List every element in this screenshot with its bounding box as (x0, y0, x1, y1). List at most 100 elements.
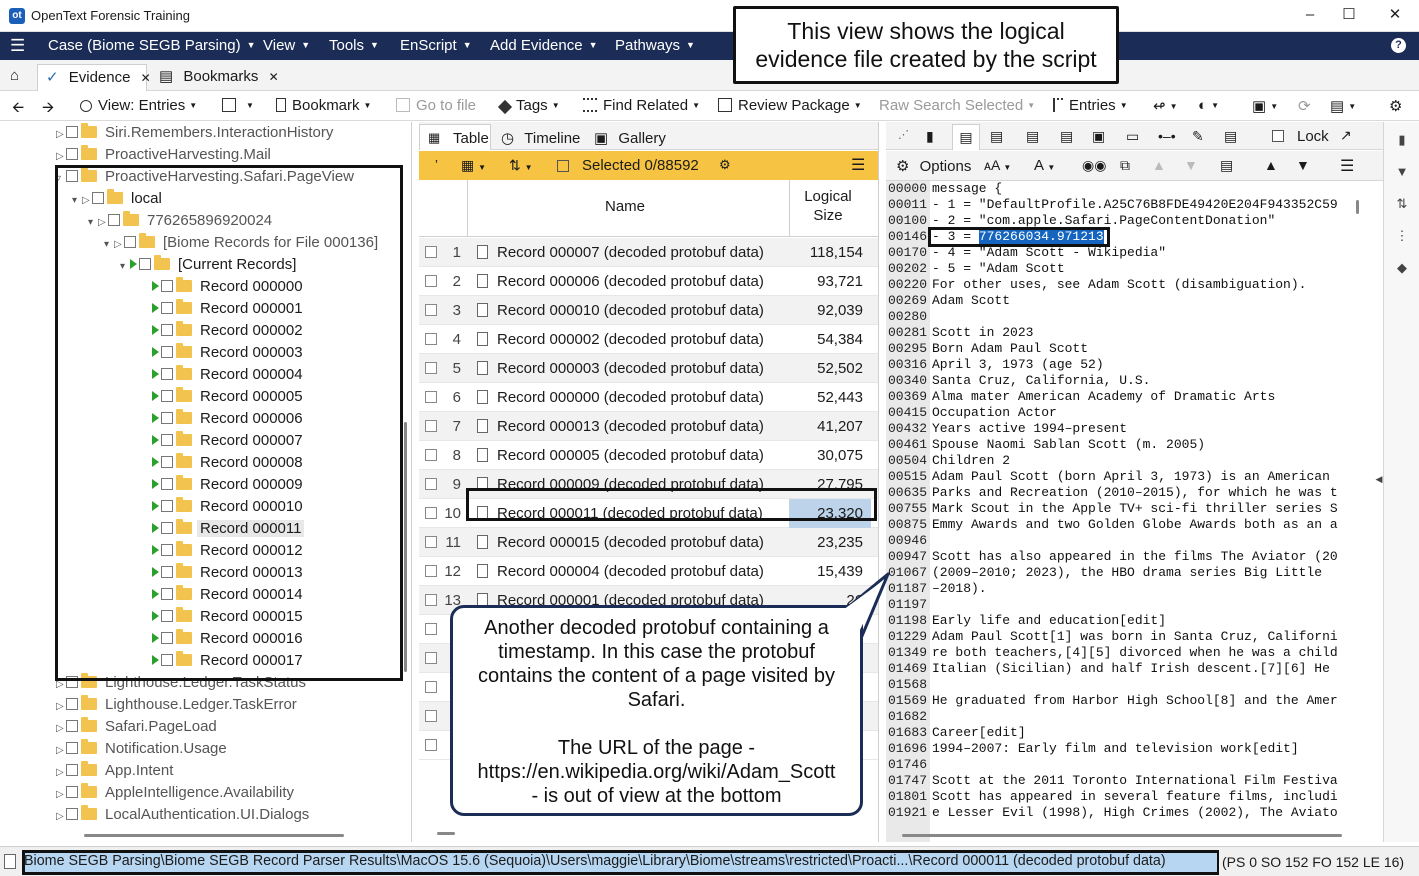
menu-tools[interactable]: Tools ▼ (329, 37, 379, 54)
tree-scrollbar[interactable] (404, 422, 407, 672)
text-line[interactable]: Children 2 (932, 453, 1010, 469)
text-line[interactable]: Santa Cruz, California, U.S. (932, 373, 1150, 389)
text-line[interactable]: Occupation Actor (932, 405, 1057, 421)
text-line[interactable]: (2009–2010; 2023), the HBO drama series … (932, 565, 1322, 581)
find-icon[interactable]: ◉◉ (1082, 157, 1106, 174)
text-line[interactable]: Career[edit] (932, 725, 1026, 741)
filter-icon[interactable]: ⚙ (719, 157, 731, 173)
filter-funnel-icon[interactable]: ▼ (1395, 164, 1409, 179)
row-checkbox[interactable] (425, 304, 437, 316)
text-line[interactable]: - 1 = "DefaultProfile.A25C76B8FDE49420E2… (932, 197, 1338, 213)
column-header-name[interactable]: Name (605, 198, 645, 215)
row-checkbox[interactable] (425, 449, 437, 461)
link-icon[interactable]: •–• (1158, 128, 1176, 144)
table-row[interactable]: 5 Record 000003 (decoded protobuf data) 52… (419, 354, 878, 383)
text-line[interactable]: Years active 1994–present (932, 421, 1127, 437)
tree-hscrollbar[interactable] (84, 834, 344, 837)
view-entries-button[interactable]: View: Entries ▼ (80, 97, 197, 114)
options-button[interactable]: ⚙ Options (896, 157, 971, 175)
table-row[interactable]: 11 Record 000015 (decoded protobuf data) 2… (419, 528, 878, 557)
tree-item[interactable]: ▷ AppleIntelligence.Availability (56, 782, 294, 804)
table-row[interactable]: 7 Record 000013 (decoded protobuf data) 41… (419, 412, 878, 441)
home-icon[interactable]: ⌂ (10, 67, 19, 84)
table-hscrollbar[interactable] (437, 832, 455, 835)
row-checkbox[interactable] (425, 246, 437, 258)
quote-icon[interactable]: ’ (435, 157, 438, 172)
back-icon[interactable]: 🡨 (12, 97, 24, 122)
tree-item[interactable]: ▷ Notification.Usage (56, 738, 227, 760)
raw-search-selected-button[interactable]: Raw Search Selected ▼ (879, 97, 1035, 114)
row-checkbox[interactable] (425, 623, 437, 635)
tree-item[interactable]: ▷ Siri.Remembers.InteractionHistory (56, 122, 333, 144)
text-line[interactable]: message { (932, 181, 1002, 197)
text-line[interactable]: Scott in 2023 (932, 325, 1033, 341)
row-checkbox[interactable] (425, 478, 437, 490)
export-icon[interactable]: ▤ ▼ (1330, 97, 1356, 115)
camera-icon[interactable]: ▣ ▼ (1252, 97, 1278, 115)
row-checkbox[interactable] (425, 391, 437, 403)
text-line[interactable]: April 3, 1973 (age 52) (932, 357, 1104, 373)
refresh-icon[interactable]: ⟳ (1298, 97, 1311, 115)
table-row[interactable]: 4 Record 000002 (decoded protobuf data) 54… (419, 325, 878, 354)
tree-item[interactable]: ▷ Safari.PageLoad (56, 716, 217, 738)
row-checkbox[interactable] (425, 681, 437, 693)
text-line[interactable]: Born Adam Paul Scott (932, 341, 1088, 357)
expand-icon[interactable]: ⋰ (898, 128, 909, 141)
conditions-icon[interactable]: ⋮ (1395, 228, 1409, 243)
row-checkbox[interactable] (425, 652, 437, 664)
text-line[interactable]: Scott at the 2011 Toronto International … (932, 773, 1338, 789)
tree-item[interactable]: ▷ LocalAuthentication.UI.Dialogs (56, 804, 309, 826)
tree-item[interactable]: ▷ ProactiveHarvesting.Mail (56, 144, 271, 166)
text-line[interactable]: Parks and Recreation (2010–2015), for wh… (932, 485, 1338, 501)
share-icon[interactable]: ↫ ▼ (1153, 97, 1178, 115)
down-icon[interactable]: ▼ (1184, 157, 1198, 173)
menu-pathways[interactable]: Pathways ▼ (615, 37, 695, 54)
share-icon[interactable]: ↗ (1340, 127, 1352, 144)
help-icon[interactable]: ? (1391, 38, 1406, 53)
row-checkbox[interactable] (425, 739, 437, 751)
row-checkbox[interactable] (425, 275, 437, 287)
text-line[interactable]: Scott has also appeared in the films The… (932, 549, 1338, 565)
column-header-size[interactable]: Logical Size (802, 188, 854, 224)
row-checkbox[interactable] (425, 333, 437, 345)
text-line[interactable]: Spouse Naomi Sablan Scott (m. 2005) (932, 437, 1205, 453)
end-doc-icon[interactable]: ▼ (1296, 157, 1310, 173)
page-icon[interactable]: ▤ (1220, 157, 1233, 174)
text-line[interactable]: Mark Scout in the Apple TV+ sci-fi thril… (932, 501, 1338, 517)
menu-enscript[interactable]: EnScript ▼ (400, 37, 472, 54)
console-icon[interactable]: ▭ (1126, 128, 1139, 145)
bookmark-button[interactable]: Bookmark ▼ (276, 97, 371, 114)
select-all-checkbox[interactable] (557, 160, 569, 172)
hamburger-menu-icon[interactable]: ☰ (10, 36, 25, 56)
text-line[interactable]: He graduated from Harbor High School[8] … (932, 693, 1338, 709)
text-line[interactable]: e Lesser Evil (1998), High Crimes (2002)… (932, 805, 1338, 821)
font-icon[interactable]: A ▼ (1034, 157, 1055, 174)
find-related-button[interactable]: Find Related ▼ (583, 97, 700, 114)
table-row[interactable]: 6 Record 000000 (decoded protobuf data) 52… (419, 383, 878, 412)
row-checkbox[interactable] (425, 594, 437, 606)
tree-item[interactable]: ▷ Lighthouse.Ledger.TaskError (56, 694, 297, 716)
tab-gallery[interactable]: ▣ Gallery (594, 129, 666, 147)
maximize-button[interactable]: ☐ (1334, 4, 1364, 26)
minimize-button[interactable]: – (1295, 4, 1325, 26)
entries-button[interactable]: Entries ▼ (1053, 97, 1128, 114)
row-checkbox[interactable] (425, 710, 437, 722)
table-row[interactable]: 12 Record 000004 (decoded protobuf data) 1… (419, 557, 878, 586)
copy-icon[interactable]: ⧉ (1120, 157, 1130, 174)
gauge-icon[interactable]: ◐ ▼ (1198, 97, 1219, 114)
text-line[interactable]: Adam Paul Scott[1] was born in Santa Cru… (932, 629, 1338, 645)
row-checkbox[interactable] (425, 507, 437, 519)
tab-timeline[interactable]: ◷ Timeline (501, 129, 580, 147)
text-line[interactable]: Scott has appeared in several feature fi… (932, 789, 1338, 805)
transcript-icon[interactable]: ▤ (1060, 128, 1073, 145)
table-row[interactable]: 8 Record 000005 (decoded protobuf data) 30… (419, 441, 878, 470)
tags-button[interactable]: Tags ▼ (497, 97, 560, 115)
close-button[interactable]: ✕ (1380, 4, 1410, 26)
text-line[interactable]: - 4 = "Adam Scott - Wikipedia" (932, 245, 1166, 261)
text-line[interactable]: 1994–2007: Early film and television wor… (932, 741, 1299, 757)
text-line[interactable]: For other uses, see Adam Scott (disambig… (932, 277, 1306, 293)
row-checkbox[interactable] (425, 362, 437, 374)
close-tab-icon[interactable]: ✕ (141, 71, 151, 85)
row-checkbox[interactable] (425, 536, 437, 548)
panel-toggle-icon[interactable]: ▮ (1395, 132, 1409, 147)
